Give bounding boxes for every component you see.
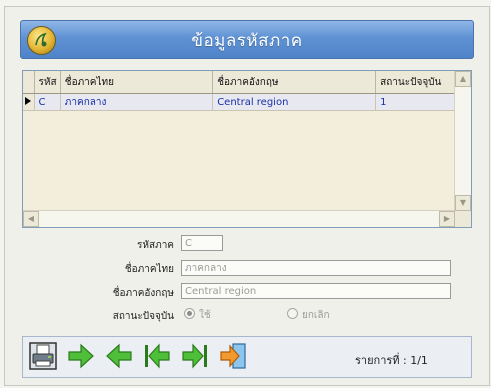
grid-table: รหัส ชื่อภาคไทย ชื่อภาคอังกฤษ สถานะปัจจุ… [23, 71, 455, 111]
status-radio-cancelled[interactable]: ยกเลิก [287, 308, 330, 323]
column-header-status[interactable]: สถานะปัจจุบัน [375, 71, 455, 94]
status-option-active-label: ใช้ [199, 310, 211, 321]
cell-code[interactable]: C [34, 93, 61, 111]
grid-header-row: รหัส ชื่อภาคไทย ชื่อภาคอังกฤษ สถานะปัจจุ… [23, 71, 455, 94]
cell-name-en[interactable]: Central region [212, 93, 377, 111]
table-row[interactable]: C ภาคกลาง Central region 1 [23, 93, 455, 111]
code-label: รหัสภาค [137, 240, 174, 251]
last-record-icon [182, 343, 207, 369]
exit-button[interactable] [219, 342, 247, 370]
data-grid[interactable]: รหัส ชื่อภาคไทย ชื่อภาคอังกฤษ สถานะปัจจุ… [22, 70, 472, 228]
scroll-down-icon[interactable]: ▼ [455, 195, 471, 211]
print-icon [29, 342, 57, 370]
radio-checked-icon [184, 308, 195, 319]
status-radio-active[interactable]: ใช้ [184, 308, 211, 323]
name-en-label: ชื่อภาคอังกฤษ [112, 288, 174, 299]
header-banner: ข้อมูลรหัสภาค [20, 20, 474, 59]
scroll-up-icon[interactable]: ▲ [455, 71, 471, 87]
page-title: ข้อมูลรหัสภาค [191, 31, 303, 51]
scrollbar-corner [455, 211, 471, 227]
name-en-field[interactable]: Central region [181, 283, 451, 299]
cell-status[interactable]: 1 [375, 93, 455, 111]
current-row-indicator-icon [23, 93, 35, 111]
status-label: สถานะปัจจุบัน [112, 311, 174, 322]
scroll-left-icon[interactable]: ◀ [23, 211, 39, 227]
column-header-name-en[interactable]: ชื่อภาคอังกฤษ [212, 71, 377, 94]
first-record-icon [145, 343, 170, 369]
name-th-label: ชื่อภาคไทย [124, 264, 174, 275]
status-option-cancelled-label: ยกเลิก [302, 310, 330, 321]
radio-unchecked-icon [287, 308, 298, 319]
print-button[interactable] [29, 342, 57, 370]
scroll-right-icon[interactable]: ▶ [439, 211, 455, 227]
vertical-scrollbar[interactable]: ▲ ▼ [454, 71, 471, 211]
navigation-toolbar: รายการที่ : 1/1 [22, 336, 472, 378]
name-th-field[interactable]: ภาคกลาง [181, 260, 451, 276]
next-record-button[interactable] [67, 342, 95, 370]
next-arrow-icon [68, 343, 94, 369]
column-header-name-th[interactable]: ชื่อภาคไทย [60, 71, 214, 94]
previous-record-button[interactable] [105, 342, 133, 370]
record-counter: รายการที่ : 1/1 [355, 354, 428, 367]
app-window: ข้อมูลรหัสภาค รหัส ชื่อภาคไทย ชื่อภาคอัง… [0, 0, 491, 388]
row-indicator-header [23, 71, 35, 94]
code-field[interactable]: C [181, 235, 223, 251]
horizontal-scrollbar[interactable]: ◀ ▶ [23, 210, 455, 227]
exit-icon [220, 343, 246, 369]
column-header-code[interactable]: รหัส [34, 71, 61, 94]
last-record-button[interactable] [181, 342, 209, 370]
cell-name-th[interactable]: ภาคกลาง [60, 93, 214, 111]
first-record-button[interactable] [143, 342, 171, 370]
prev-arrow-icon [106, 343, 132, 369]
